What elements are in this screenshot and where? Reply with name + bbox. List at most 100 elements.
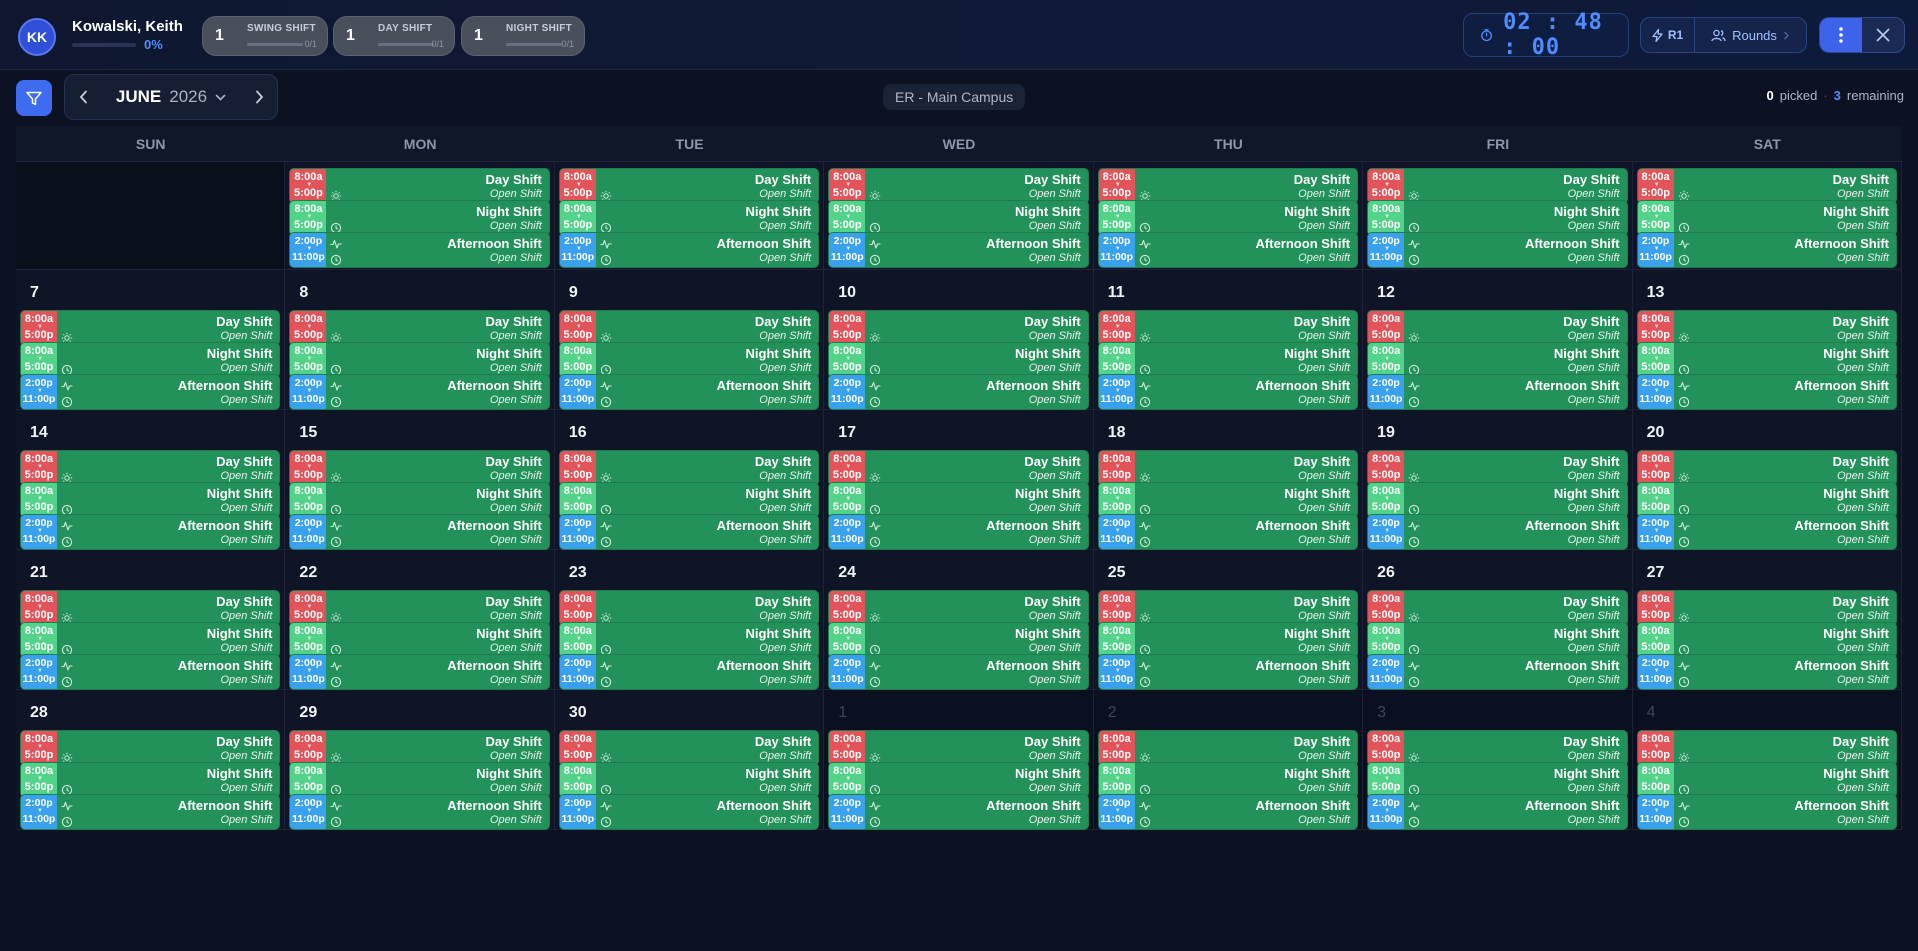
calendar-day[interactable]: 15 8:00a ▼ 5:00p Day Shift Open Shift 8:00a ▼ 5:…: [285, 410, 555, 550]
calendar-day[interactable]: 16 8:00a ▼ 5:00p Day Shift Open Shift 8:00a ▼ 5:…: [554, 410, 825, 550]
day-shift-card[interactable]: 8:00a ▼ 5:00p Day Shift Open Shift: [20, 590, 281, 626]
day-shift-card[interactable]: 8:00a ▼ 5:00p Day Shift Open Shift: [558, 590, 820, 626]
night-shift-card[interactable]: 8:00a ▼ 5:00p Night Shift Open Shift: [828, 762, 1089, 798]
day-shift-card[interactable]: 8:00a ▼ 5:00p Day Shift Open Shift: [1636, 450, 1897, 486]
night-shift-card[interactable]: 8:00a ▼ 5:00p Night Shift Open Shift: [828, 482, 1089, 518]
night-shift-card[interactable]: 8:00a ▼ 5:00p Night Shift Open Shift: [20, 482, 281, 518]
calendar-day[interactable]: 14 8:00a ▼ 5:00p Day Shift Open Shift 8:00a ▼ 5:…: [16, 410, 286, 550]
afternoon-shift-card[interactable]: 2:00p ▼ 11:00p Afternoon Shift Open Shift: [1097, 374, 1359, 410]
night-shift-card[interactable]: 8:00a ▼ 5:00p Night Shift Open Shift: [1636, 200, 1897, 236]
calendar-day[interactable]: 22 8:00a ▼ 5:00p Day Shift Open Shift 8:00a ▼ 5:…: [285, 550, 555, 690]
afternoon-shift-card[interactable]: 2:00p ▼ 11:00p Afternoon Shift Open Shift: [1636, 794, 1897, 830]
afternoon-shift-card[interactable]: 2:00p ▼ 11:00p Afternoon Shift Open Shift: [1097, 794, 1359, 830]
afternoon-shift-card[interactable]: 2:00p ▼ 11:00p Afternoon Shift Open Shift: [1367, 514, 1628, 550]
night-shift-card[interactable]: 8:00a ▼ 5:00p Night Shift Open Shift: [1367, 200, 1628, 236]
calendar-day[interactable]: 4 8:00a ▼ 5:00p Day Shift Open Shift 8:00a ▼ 5:0…: [1632, 690, 1902, 830]
calendar-day[interactable]: 8:00a ▼ 5:00p Day Shift Open Shift 8:00a ▼ 5:00…: [824, 162, 1094, 270]
night-shift-card[interactable]: 8:00a ▼ 5:00p Night Shift Open Shift: [1367, 622, 1628, 658]
afternoon-shift-card[interactable]: 2:00p ▼ 11:00p Afternoon Shift Open Shift: [1367, 654, 1628, 690]
night-shift-card[interactable]: 8:00a ▼ 5:00p Night Shift Open Shift: [828, 342, 1089, 378]
afternoon-shift-card[interactable]: 2:00p ▼ 11:00p Afternoon Shift Open Shift: [1367, 232, 1628, 268]
day-shift-card[interactable]: 8:00a ▼ 5:00p Day Shift Open Shift: [1367, 168, 1628, 204]
calendar-day[interactable]: 7 8:00a ▼ 5:00p Day Shift Open Shift 8:00a ▼ 5:0…: [16, 270, 286, 410]
afternoon-shift-card[interactable]: 2:00p ▼ 11:00p Afternoon Shift Open Shift: [828, 794, 1089, 830]
calendar-day[interactable]: 8:00a ▼ 5:00p Day Shift Open Shift 8:00a ▼ 5:00…: [554, 162, 825, 270]
day-shift-card[interactable]: 8:00a ▼ 5:00p Day Shift Open Shift: [1636, 590, 1897, 626]
calendar-day[interactable]: 26 8:00a ▼ 5:00p Day Shift Open Shift 8:00a ▼ 5:…: [1363, 550, 1633, 690]
calendar-day[interactable]: 23 8:00a ▼ 5:00p Day Shift Open Shift 8:00a ▼ 5:…: [554, 550, 825, 690]
calendar-day[interactable]: 11 8:00a ▼ 5:00p Day Shift Open Shift 8:00a ▼ 5:…: [1093, 270, 1364, 410]
afternoon-shift-card[interactable]: 2:00p ▼ 11:00p Afternoon Shift Open Shift: [828, 374, 1089, 410]
night-shift-card[interactable]: 8:00a ▼ 5:00p Night Shift Open Shift: [1097, 342, 1359, 378]
calendar-day[interactable]: 12 8:00a ▼ 5:00p Day Shift Open Shift 8:00a ▼ 5:…: [1363, 270, 1633, 410]
night-shift-card[interactable]: 8:00a ▼ 5:00p Night Shift Open Shift: [20, 622, 281, 658]
night-shift-card[interactable]: 8:00a ▼ 5:00p Night Shift Open Shift: [558, 200, 820, 236]
day-shift-card[interactable]: 8:00a ▼ 5:00p Day Shift Open Shift: [20, 450, 281, 486]
calendar-day[interactable]: 9 8:00a ▼ 5:00p Day Shift Open Shift 8:00a ▼ 5:0…: [554, 270, 825, 410]
day-shift-card[interactable]: 8:00a ▼ 5:00p Day Shift Open Shift: [828, 590, 1089, 626]
afternoon-shift-card[interactable]: 2:00p ▼ 11:00p Afternoon Shift Open Shift: [20, 654, 281, 690]
night-shift-card[interactable]: 8:00a ▼ 5:00p Night Shift Open Shift: [289, 762, 550, 798]
afternoon-shift-card[interactable]: 2:00p ▼ 11:00p Afternoon Shift Open Shift: [20, 794, 281, 830]
night-shift-card[interactable]: 8:00a ▼ 5:00p Night Shift Open Shift: [1636, 342, 1897, 378]
day-shift-card[interactable]: 8:00a ▼ 5:00p Day Shift Open Shift: [1636, 168, 1897, 204]
day-shift-card[interactable]: 8:00a ▼ 5:00p Day Shift Open Shift: [1097, 168, 1359, 204]
night-shift-card[interactable]: 8:00a ▼ 5:00p Night Shift Open Shift: [289, 342, 550, 378]
afternoon-shift-card[interactable]: 2:00p ▼ 11:00p Afternoon Shift Open Shift: [1636, 654, 1897, 690]
afternoon-shift-card[interactable]: 2:00p ▼ 11:00p Afternoon Shift Open Shift: [289, 232, 550, 268]
afternoon-shift-card[interactable]: 2:00p ▼ 11:00p Afternoon Shift Open Shift: [558, 232, 820, 268]
day-shift-card[interactable]: 8:00a ▼ 5:00p Day Shift Open Shift: [558, 730, 820, 766]
calendar-day[interactable]: 28 8:00a ▼ 5:00p Day Shift Open Shift 8:00a ▼ 5:…: [16, 690, 286, 830]
night-shift-card[interactable]: 8:00a ▼ 5:00p Night Shift Open Shift: [558, 482, 820, 518]
avatar[interactable]: KK: [18, 18, 56, 56]
close-button[interactable]: [1862, 18, 1904, 52]
day-shift-card[interactable]: 8:00a ▼ 5:00p Day Shift Open Shift: [289, 310, 550, 346]
afternoon-shift-card[interactable]: 2:00p ▼ 11:00p Afternoon Shift Open Shift: [828, 232, 1089, 268]
night-shift-card[interactable]: 8:00a ▼ 5:00p Night Shift Open Shift: [289, 200, 550, 236]
afternoon-shift-card[interactable]: 2:00p ▼ 11:00p Afternoon Shift Open Shift: [558, 654, 820, 690]
night-shift-card[interactable]: 8:00a ▼ 5:00p Night Shift Open Shift: [1097, 762, 1359, 798]
afternoon-shift-card[interactable]: 2:00p ▼ 11:00p Afternoon Shift Open Shift: [558, 374, 820, 410]
day-shift-card[interactable]: 8:00a ▼ 5:00p Day Shift Open Shift: [20, 310, 281, 346]
day-shift-card[interactable]: 8:00a ▼ 5:00p Day Shift Open Shift: [1367, 590, 1628, 626]
calendar-day[interactable]: 27 8:00a ▼ 5:00p Day Shift Open Shift 8:00a ▼ 5:…: [1632, 550, 1902, 690]
calendar-day[interactable]: 8 8:00a ▼ 5:00p Day Shift Open Shift 8:00a ▼ 5:0…: [285, 270, 555, 410]
calendar-day[interactable]: 13 8:00a ▼ 5:00p Day Shift Open Shift 8:00a ▼ 5:…: [1632, 270, 1902, 410]
calendar-day[interactable]: 8:00a ▼ 5:00p Day Shift Open Shift 8:00a ▼ 5:00…: [1632, 162, 1902, 270]
day-shift-card[interactable]: 8:00a ▼ 5:00p Day Shift Open Shift: [20, 730, 281, 766]
night-shift-card[interactable]: 8:00a ▼ 5:00p Night Shift Open Shift: [1367, 482, 1628, 518]
night-shift-card[interactable]: 8:00a ▼ 5:00p Night Shift Open Shift: [1636, 762, 1897, 798]
month-selector[interactable]: JUNE 2026: [101, 87, 241, 107]
round-badge[interactable]: R1: [1641, 18, 1695, 52]
night-shift-card[interactable]: 8:00a ▼ 5:00p Night Shift Open Shift: [558, 762, 820, 798]
night-shift-card[interactable]: 8:00a ▼ 5:00p Night Shift Open Shift: [289, 622, 550, 658]
night-shift-card[interactable]: 8:00a ▼ 5:00p Night Shift Open Shift: [1097, 200, 1359, 236]
night-shift-card[interactable]: 8:00a ▼ 5:00p Night Shift Open Shift: [828, 622, 1089, 658]
afternoon-shift-card[interactable]: 2:00p ▼ 11:00p Afternoon Shift Open Shift: [558, 794, 820, 830]
night-shift-card[interactable]: 8:00a ▼ 5:00p Night Shift Open Shift: [558, 342, 820, 378]
day-shift-card[interactable]: 8:00a ▼ 5:00p Day Shift Open Shift: [558, 450, 820, 486]
day-shift-chip[interactable]: 1 DAY SHIFT 0/1: [333, 16, 455, 56]
afternoon-shift-card[interactable]: 2:00p ▼ 11:00p Afternoon Shift Open Shift: [1097, 232, 1359, 268]
calendar-day[interactable]: 19 8:00a ▼ 5:00p Day Shift Open Shift 8:00a ▼ 5:…: [1363, 410, 1633, 550]
afternoon-shift-card[interactable]: 2:00p ▼ 11:00p Afternoon Shift Open Shift: [289, 654, 550, 690]
night-shift-card[interactable]: 8:00a ▼ 5:00p Night Shift Open Shift: [1097, 482, 1359, 518]
calendar-day[interactable]: 21 8:00a ▼ 5:00p Day Shift Open Shift 8:00a ▼ 5:…: [16, 550, 286, 690]
more-menu-button[interactable]: [1820, 18, 1862, 52]
night-shift-card[interactable]: 8:00a ▼ 5:00p Night Shift Open Shift: [1636, 622, 1897, 658]
night-shift-card[interactable]: 8:00a ▼ 5:00p Night Shift Open Shift: [1367, 762, 1628, 798]
calendar-day[interactable]: 25 8:00a ▼ 5:00p Day Shift Open Shift 8:00a ▼ 5:…: [1093, 550, 1364, 690]
afternoon-shift-card[interactable]: 2:00p ▼ 11:00p Afternoon Shift Open Shift: [1097, 654, 1359, 690]
prev-month-button[interactable]: [65, 90, 101, 104]
day-shift-card[interactable]: 8:00a ▼ 5:00p Day Shift Open Shift: [1097, 310, 1359, 346]
day-shift-card[interactable]: 8:00a ▼ 5:00p Day Shift Open Shift: [1636, 310, 1897, 346]
day-shift-card[interactable]: 8:00a ▼ 5:00p Day Shift Open Shift: [289, 590, 550, 626]
calendar-day[interactable]: 18 8:00a ▼ 5:00p Day Shift Open Shift 8:00a ▼ 5:…: [1093, 410, 1364, 550]
calendar-day[interactable]: 8:00a ▼ 5:00p Day Shift Open Shift 8:00a ▼ 5:00…: [1093, 162, 1364, 270]
calendar-day[interactable]: 17 8:00a ▼ 5:00p Day Shift Open Shift 8:00a ▼ 5:…: [824, 410, 1094, 550]
afternoon-shift-card[interactable]: 2:00p ▼ 11:00p Afternoon Shift Open Shift: [289, 794, 550, 830]
day-shift-card[interactable]: 8:00a ▼ 5:00p Day Shift Open Shift: [289, 730, 550, 766]
day-shift-card[interactable]: 8:00a ▼ 5:00p Day Shift Open Shift: [1367, 450, 1628, 486]
day-shift-card[interactable]: 8:00a ▼ 5:00p Day Shift Open Shift: [1367, 310, 1628, 346]
night-shift-card[interactable]: 8:00a ▼ 5:00p Night Shift Open Shift: [1367, 342, 1628, 378]
